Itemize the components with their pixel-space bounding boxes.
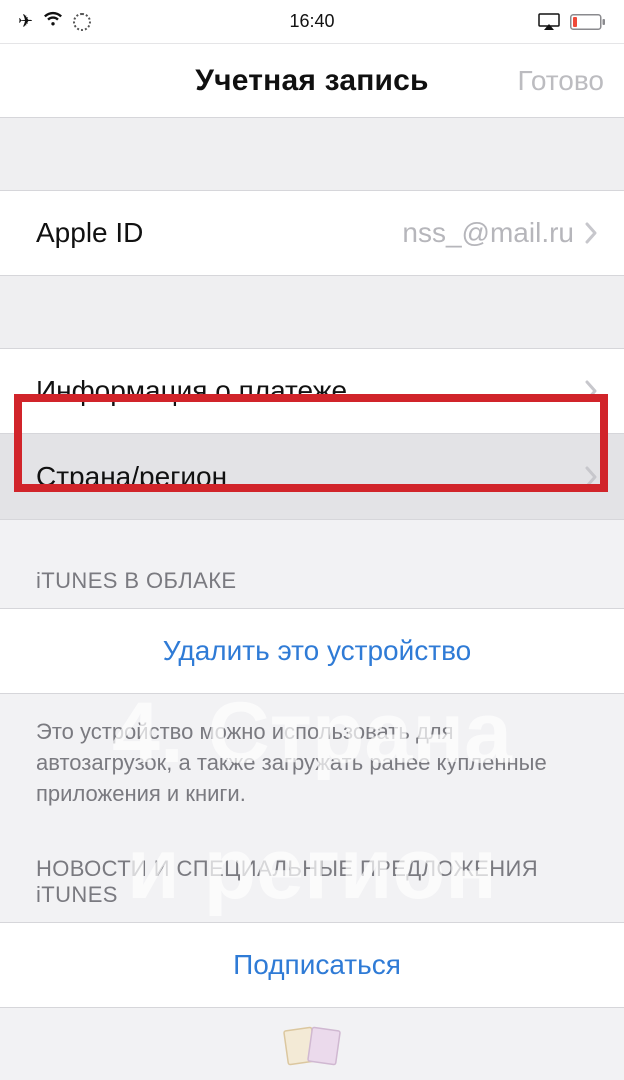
apple-id-label: Apple ID: [36, 217, 143, 249]
chevron-right-icon: [584, 466, 598, 488]
payment-info-label: Информация о платеже: [36, 375, 347, 407]
apple-id-value: nss_@mail.ru: [402, 217, 574, 249]
section-gap: [0, 118, 624, 190]
chevron-right-icon: [584, 380, 598, 402]
page-title: Учетная запись: [195, 64, 428, 98]
status-time: 16:40: [289, 11, 334, 32]
decorative-device-icon: [280, 1023, 344, 1076]
done-button[interactable]: Готово: [518, 65, 604, 97]
payment-info-row[interactable]: Информация о платеже: [0, 348, 624, 434]
apple-id-row[interactable]: Apple ID nss_@mail.ru: [0, 190, 624, 276]
remove-device-label: Удалить это устройство: [163, 635, 471, 667]
remove-device-row[interactable]: Удалить это устройство: [0, 608, 624, 694]
subscribe-label: Подписаться: [233, 949, 401, 981]
airplay-icon: [538, 13, 560, 31]
chevron-right-icon: [584, 222, 598, 244]
country-region-row[interactable]: Страна/регион: [0, 434, 624, 520]
wifi-icon: [43, 11, 63, 32]
cloud-section-header: iTUNES В ОБЛАКЕ: [0, 520, 624, 608]
cloud-section-footer: Это устройство можно использовать для ав…: [0, 694, 624, 820]
section-gap: [0, 276, 624, 348]
airplane-icon: ✈︎: [18, 11, 33, 32]
status-right: [538, 13, 606, 31]
news-section-header: НОВОСТИ И СПЕЦИАЛЬНЫЕ ПРЕДЛОЖЕНИЯ iTUNES: [0, 820, 624, 922]
battery-icon: [570, 14, 606, 30]
country-region-label: Страна/регион: [36, 461, 227, 493]
subscribe-row[interactable]: Подписаться: [0, 922, 624, 1008]
nav-bar: Учетная запись Готово: [0, 44, 624, 118]
status-bar: ✈︎ 16:40: [0, 0, 624, 44]
loading-spinner-icon: [73, 13, 91, 31]
status-left: ✈︎: [18, 11, 91, 32]
